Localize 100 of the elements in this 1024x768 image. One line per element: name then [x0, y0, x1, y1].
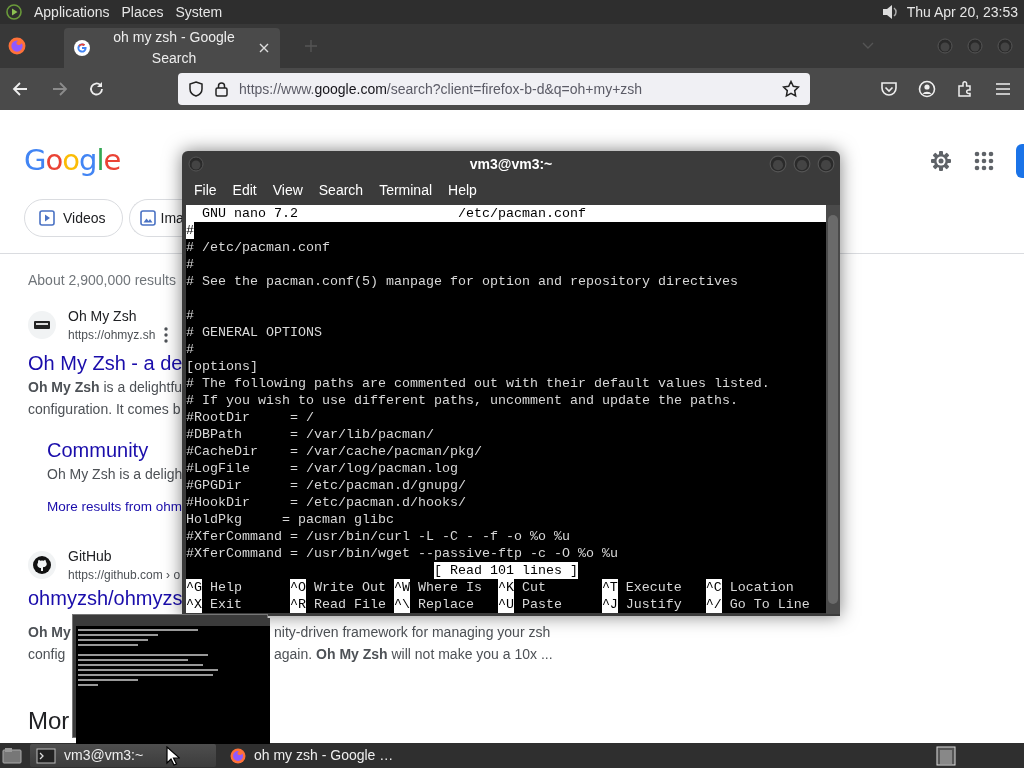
code-line: #XferCommand = /usr/bin/wget --passive-ftp -c -O %o %u — [186, 545, 619, 562]
mouse-pointer-icon — [166, 746, 180, 766]
window-title: vm3@vm3:~ — [469, 155, 553, 174]
apps-grid-icon[interactable] — [974, 151, 994, 171]
google-logo: Google — [24, 142, 121, 180]
shortcut-label: Location — [729, 579, 794, 596]
firefox-icon — [230, 747, 246, 764]
shortcut-key: ^T — [601, 579, 618, 596]
shortcut-key: ^X — [186, 596, 202, 613]
site-url: https://ohmyz.sh — [68, 327, 156, 344]
more-options-icon[interactable] — [163, 326, 170, 344]
result-title-link[interactable]: ohmyzsh/ohmyzs — [28, 587, 183, 609]
result-stats: About 2,900,000 results — [28, 271, 176, 290]
shortcut-label: Go To Line — [729, 596, 810, 613]
volume-icon[interactable] — [880, 2, 899, 22]
shortcut-key: ^G — [186, 579, 202, 596]
video-icon — [39, 210, 55, 226]
shortcut-label: Help — [210, 579, 242, 596]
code-line: HoldPkg = pacman glibc — [186, 511, 395, 528]
panel-menu[interactable]: System — [175, 1, 223, 23]
shortcut-key: ^C — [705, 579, 722, 596]
sitelink-snippet: Oh My Zsh is a deligh — [47, 465, 183, 484]
account-icon[interactable] — [916, 78, 938, 100]
site-favicon-icon — [28, 311, 56, 339]
taskbar-button[interactable]: oh my zsh - Google … — [224, 744, 410, 767]
image-icon — [139, 210, 156, 226]
file-name: /etc/pacman.conf — [457, 205, 586, 222]
code-line: # — [186, 341, 195, 358]
shortcut-key: ^O — [289, 579, 306, 596]
mint-logo-icon[interactable] — [6, 4, 22, 20]
close-icon[interactable] — [258, 42, 270, 54]
code-line: # /etc/pacman.conf — [186, 239, 331, 256]
shortcut-key: ^W — [393, 579, 410, 596]
site-url: https://github.com › o — [68, 567, 181, 584]
code-line: #DBPath = /var/lib/pacman/ — [186, 426, 435, 443]
code-line: # The following paths are commented out with their default values listed. — [186, 375, 771, 392]
shortcut-label: Write Out — [313, 579, 386, 596]
taskbar-button[interactable]: vm3@vm3:~ — [30, 744, 216, 767]
menu-item[interactable]: Terminal — [371, 179, 441, 201]
shortcut-key: ^J — [601, 596, 618, 613]
terminal-thumbnail-drawing[interactable] — [76, 618, 270, 744]
code-line: # GENERAL OPTIONS — [186, 324, 323, 341]
show-desktop-icon[interactable] — [2, 745, 22, 766]
code-line: #RootDir = / — [186, 409, 315, 426]
result-snippet: nity-driven framework for managing your zsh — [274, 623, 551, 642]
status-message: [ Read 101 lines ] — [434, 562, 578, 579]
shortcut-label: Cut — [521, 579, 546, 596]
code-line: #GPGDir = /etc/pacman.d/gnupg/ — [186, 477, 467, 494]
panel-menu[interactable]: Applications — [34, 1, 110, 23]
shortcut-label: Execute — [625, 579, 682, 596]
more-results-link[interactable]: More results from ohm — [47, 497, 183, 517]
site-name: GitHub — [68, 547, 112, 566]
google-icon — [74, 40, 90, 56]
menu-item[interactable]: Search — [310, 179, 372, 201]
shortcut-key: ^\ — [393, 596, 410, 613]
shortcut-label: Read File — [313, 596, 386, 613]
result-snippet: Oh My — [28, 624, 71, 640]
shortcut-key: ^K — [497, 579, 514, 596]
shortcut-key: ^/ — [705, 596, 722, 613]
address-bar[interactable]: https://www.google.com/search?client=firefox-b-d&q=oh+my+zsh — [178, 73, 810, 105]
site-name: Oh My Zsh — [68, 307, 137, 326]
shortcut-key: ^U — [497, 596, 514, 613]
workspace-icon[interactable] — [936, 745, 956, 766]
code-line: #XferCommand = /usr/bin/curl -L -C - -f -o %o %u — [186, 528, 571, 545]
shortcut-label: Justify — [625, 596, 682, 613]
shortcut-label: Paste — [521, 596, 562, 613]
menu-item[interactable]: Edit — [224, 179, 265, 201]
star-icon[interactable] — [782, 80, 800, 98]
result-title-link[interactable]: Oh My Zsh - a de — [28, 350, 183, 376]
section-heading: Mor — [28, 706, 70, 736]
site-favicon-icon — [28, 551, 56, 579]
result-snippet: config — [28, 646, 66, 662]
lock-icon[interactable] — [214, 81, 229, 97]
result-snippet: Oh My Zsh is a delightfu — [28, 379, 183, 395]
firefox-icon[interactable] — [8, 37, 26, 55]
code-line: #LogFile = /var/log/pacman.log — [186, 460, 459, 477]
shortcut-key: ^R — [289, 596, 306, 613]
menu-item[interactable]: View — [264, 179, 311, 201]
code-line: # If you wish to use different paths, uncomment and update the paths. — [186, 392, 739, 409]
scrollbar[interactable] — [826, 205, 840, 614]
shield-icon[interactable] — [188, 81, 204, 97]
terminal-icon — [36, 746, 56, 765]
code-line: #HookDir = /etc/pacman.d/hooks/ — [186, 494, 467, 511]
code-line: # See the pacman.conf(5) manpage for option and repository directives — [186, 273, 739, 290]
shortcut-label: Replace — [417, 596, 474, 613]
filter-chip[interactable]: Videos — [24, 199, 123, 237]
result-snippet: again. Oh My Zsh will not make you a 10x ... — [274, 645, 553, 664]
menu-item[interactable]: File — [186, 179, 225, 201]
code-line: #CacheDir = /var/cache/pacman/pkg/ — [186, 443, 483, 460]
panel-menu[interactable]: Places — [121, 1, 164, 23]
shortcut-label: Exit — [210, 596, 242, 613]
code-line: [options] — [186, 358, 259, 375]
panel-clock[interactable]: Thu Apr 20, 23:53 — [906, 1, 1018, 23]
result-snippet: configuration. It comes b — [28, 401, 181, 417]
browser-tab[interactable]: oh my zsh - Google Search — [64, 28, 280, 68]
code-line: # — [186, 307, 195, 324]
menu-item[interactable]: Help — [440, 179, 485, 201]
shortcut-label: Where Is — [417, 579, 482, 596]
sitelink-title[interactable]: Community — [47, 437, 149, 463]
nano-version: GNU nano 7.2 — [201, 205, 299, 222]
